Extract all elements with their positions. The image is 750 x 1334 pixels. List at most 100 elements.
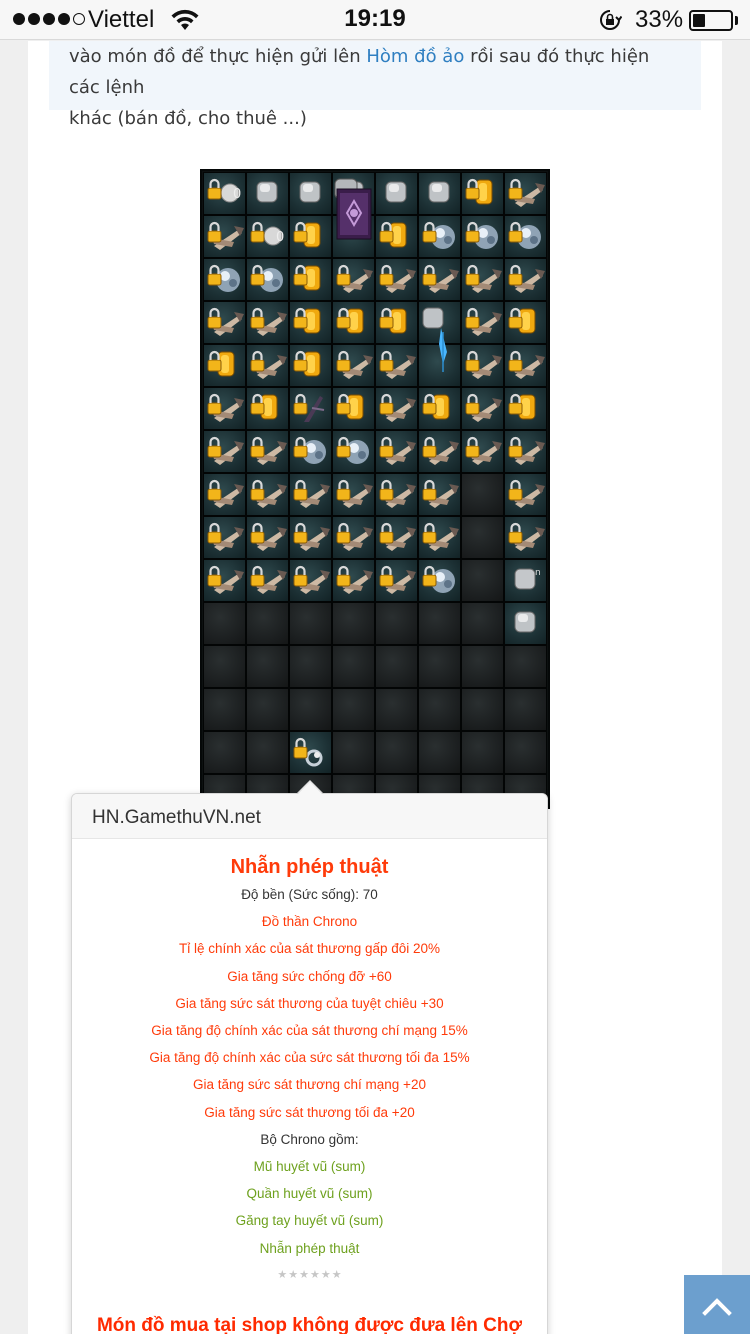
inventory-slot[interactable] xyxy=(289,172,332,215)
inventory-slot[interactable] xyxy=(289,559,332,602)
inventory-slot[interactable] xyxy=(203,344,246,387)
virtual-chest-link[interactable]: Hòm đồ ảo xyxy=(366,46,464,67)
inventory-slot[interactable] xyxy=(332,602,375,645)
inventory-slot[interactable] xyxy=(504,301,547,344)
inventory-slot[interactable] xyxy=(418,430,461,473)
inventory-slot[interactable] xyxy=(203,688,246,731)
inventory-slot[interactable] xyxy=(332,473,375,516)
inventory-slot[interactable] xyxy=(246,473,289,516)
inventory-slot[interactable] xyxy=(246,344,289,387)
inventory-slot[interactable] xyxy=(504,172,547,215)
inventory-slot[interactable] xyxy=(289,430,332,473)
inventory-slot[interactable] xyxy=(461,559,504,602)
inventory-slot[interactable] xyxy=(418,559,461,602)
inventory-slot[interactable] xyxy=(418,215,461,258)
inventory-slot[interactable] xyxy=(289,301,332,344)
inventory-slot[interactable] xyxy=(203,602,246,645)
inventory-slot[interactable] xyxy=(203,645,246,688)
inventory-slot[interactable] xyxy=(504,645,547,688)
inventory-slot[interactable] xyxy=(418,473,461,516)
inventory-slot[interactable] xyxy=(332,301,375,344)
inventory-slot[interactable] xyxy=(418,172,461,215)
inventory-slot[interactable] xyxy=(375,387,418,430)
inventory-slot[interactable] xyxy=(289,344,332,387)
inventory-slot[interactable] xyxy=(375,258,418,301)
inventory-slot[interactable] xyxy=(246,688,289,731)
inventory-slot[interactable] xyxy=(461,731,504,774)
inventory-slot[interactable] xyxy=(461,387,504,430)
inventory-slot[interactable] xyxy=(418,516,461,559)
inventory-slot[interactable] xyxy=(375,731,418,774)
inventory-slot[interactable] xyxy=(504,473,547,516)
inventory-slot[interactable] xyxy=(504,387,547,430)
inventory-slot[interactable] xyxy=(418,258,461,301)
inventory-slot[interactable] xyxy=(418,387,461,430)
inventory-slot[interactable] xyxy=(418,731,461,774)
inventory-slot[interactable] xyxy=(203,430,246,473)
inventory-slot[interactable] xyxy=(203,473,246,516)
inventory-slot[interactable] xyxy=(332,688,375,731)
inventory-slot[interactable] xyxy=(461,301,504,344)
inventory-slot[interactable] xyxy=(203,559,246,602)
inventory-slot[interactable] xyxy=(203,516,246,559)
inventory-slot[interactable] xyxy=(246,559,289,602)
inventory-slot[interactable] xyxy=(289,602,332,645)
inventory-slot[interactable] xyxy=(375,473,418,516)
inventory-slot[interactable] xyxy=(332,258,375,301)
inventory-slot[interactable] xyxy=(418,344,461,387)
inventory-slot[interactable] xyxy=(418,645,461,688)
inventory-slot[interactable] xyxy=(461,688,504,731)
inventory-slot[interactable] xyxy=(332,178,375,258)
inventory-slot[interactable] xyxy=(332,516,375,559)
inventory-slot[interactable] xyxy=(332,645,375,688)
scroll-to-top-button[interactable] xyxy=(684,1275,750,1334)
inventory-slot[interactable] xyxy=(461,172,504,215)
inventory-slot[interactable] xyxy=(375,215,418,258)
inventory-slot[interactable] xyxy=(246,731,289,774)
inventory-slot[interactable] xyxy=(504,430,547,473)
inventory-slot[interactable] xyxy=(504,731,547,774)
inventory-slot[interactable] xyxy=(375,172,418,215)
inventory-slot[interactable] xyxy=(289,215,332,258)
inventory-slot[interactable] xyxy=(461,215,504,258)
inventory-slot[interactable] xyxy=(461,516,504,559)
inventory-slot[interactable] xyxy=(246,602,289,645)
inventory-slot[interactable] xyxy=(504,258,547,301)
inventory-slot[interactable] xyxy=(289,645,332,688)
inventory-slot[interactable] xyxy=(418,602,461,645)
inventory-slot[interactable] xyxy=(418,301,461,372)
inventory-slot[interactable] xyxy=(246,516,289,559)
inventory-slot[interactable] xyxy=(203,258,246,301)
inventory-slot[interactable] xyxy=(461,258,504,301)
inventory-slot[interactable] xyxy=(246,172,289,215)
inventory-slot[interactable] xyxy=(203,301,246,344)
inventory-slot[interactable] xyxy=(504,688,547,731)
inventory-slot[interactable] xyxy=(289,258,332,301)
inventory-slot[interactable] xyxy=(246,258,289,301)
inventory-slot[interactable] xyxy=(289,387,332,430)
inventory-slot[interactable] xyxy=(504,344,547,387)
inventory-slot[interactable] xyxy=(461,602,504,645)
inventory-slot[interactable] xyxy=(246,430,289,473)
inventory-slot[interactable] xyxy=(375,430,418,473)
inventory-slot[interactable] xyxy=(203,387,246,430)
inventory-slot[interactable] xyxy=(332,430,375,473)
inventory-slot[interactable] xyxy=(289,516,332,559)
inventory-slot[interactable] xyxy=(375,344,418,387)
inventory-slot[interactable] xyxy=(203,731,246,774)
inventory-slot[interactable] xyxy=(203,215,246,258)
inventory-slot[interactable] xyxy=(246,645,289,688)
inventory-slot[interactable] xyxy=(289,473,332,516)
inventory-slot[interactable] xyxy=(504,516,547,559)
inventory-slot[interactable] xyxy=(418,688,461,731)
inventory-slot[interactable]: 0 xyxy=(203,172,246,215)
inventory-slot[interactable] xyxy=(246,301,289,344)
inventory-slot[interactable]: 0 xyxy=(246,215,289,258)
inventory-slot[interactable] xyxy=(332,559,375,602)
inventory-slot[interactable] xyxy=(504,215,547,258)
inventory-slot[interactable] xyxy=(332,344,375,387)
inventory-slot[interactable] xyxy=(289,731,332,774)
inventory-slot[interactable] xyxy=(289,688,332,731)
inventory-slot[interactable] xyxy=(375,645,418,688)
inventory-slot[interactable] xyxy=(332,387,375,430)
